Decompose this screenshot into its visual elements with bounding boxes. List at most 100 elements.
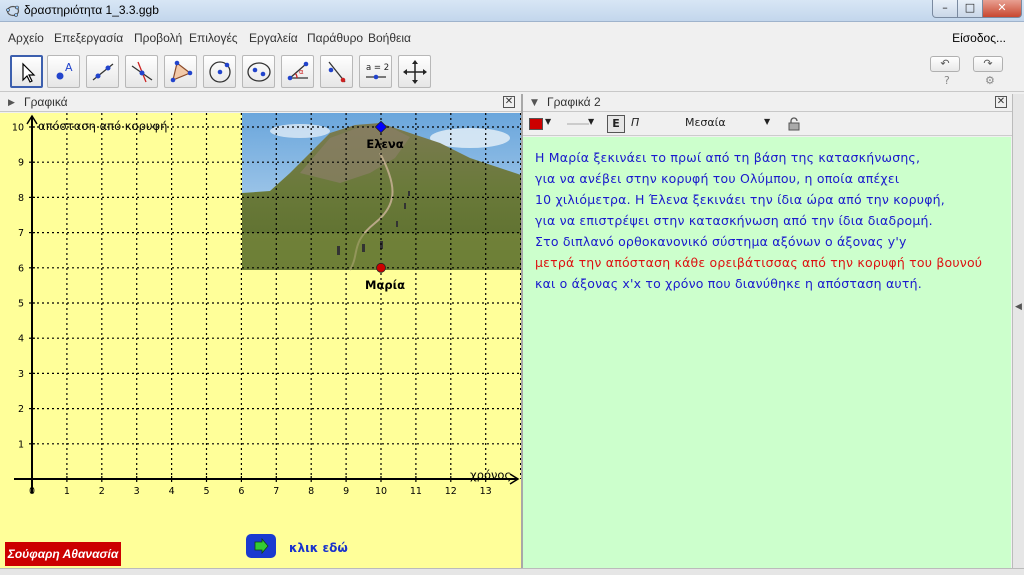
italic-button[interactable]: Π <box>631 116 639 129</box>
dropdown-arrow-icon[interactable]: ▼ <box>545 117 551 126</box>
graphics-panel-close-button[interactable]: ✕ <box>503 96 515 108</box>
dropdown-arrow-icon[interactable]: ▼ <box>764 117 770 126</box>
circle-icon <box>209 61 231 83</box>
geogebra-logo-icon <box>6 5 20 17</box>
x-axis-label: χρόνος <box>470 468 511 482</box>
text-line: μετρά την απόσταση κάθε ορειβάτισσας από… <box>535 255 983 270</box>
undo-button[interactable]: ↶ <box>930 56 960 72</box>
polygon-icon <box>170 60 193 83</box>
status-strip <box>0 568 1024 575</box>
perpendicular-tool-button[interactable] <box>125 55 158 88</box>
graphics2-view[interactable]: Η Μαρία ξεκινάει το πρωί από τη βάση της… <box>523 137 1011 568</box>
x-tick-label: 0 <box>29 486 35 497</box>
graphics2-panel-header: ▼ Γραφικά 2 ✕ <box>523 94 1012 112</box>
coordinate-plane[interactable]: 0 1 2 3 4 5 6 7 8 9 10 11 12 13 12345678910 απόσταση … <box>0 113 521 568</box>
x-tick-label: 7 <box>273 486 279 497</box>
text-color-button[interactable] <box>529 118 543 130</box>
x-tick-label: 4 <box>169 486 175 497</box>
x-tick-label: 10 <box>375 486 387 497</box>
x-tick-label: 5 <box>203 486 209 497</box>
y-tick-label: 4 <box>18 334 24 345</box>
text-line: για να ανέβει στην κορυφή του Ολύμπου, η… <box>535 171 900 186</box>
move-graphics-tool-button[interactable] <box>398 55 431 88</box>
angle-icon: α <box>287 61 309 81</box>
line-style-button[interactable] <box>567 123 589 125</box>
slider-icon: a = 2 <box>366 63 389 80</box>
graphics-view[interactable]: 0 1 2 3 4 5 6 7 8 9 10 11 12 13 1 2 3 4 5 6 7 8 9 10 απόσταση … <box>0 113 521 568</box>
text-line: 10 χιλιόμετρα. Η Έλενα ξεκινάει την ίδια… <box>535 192 945 207</box>
author-signature: Σούφαρη Αθανασία <box>5 542 121 566</box>
collapse-triangle-icon[interactable]: ▼ <box>531 98 538 108</box>
gear-icon[interactable]: ⚙ <box>985 74 995 87</box>
collapse-triangle-icon[interactable]: ▶ <box>8 98 15 108</box>
geogebra-window: δραστηριότητα 1_3.3.ggb – □ ✕ Αρχείο Επε… <box>0 0 1024 575</box>
y-axis-label: απόσταση από κορυφή <box>38 119 167 133</box>
svg-text:α: α <box>299 68 304 76</box>
slider-tool-button[interactable]: a = 2 <box>359 55 392 88</box>
point-marker[interactable] <box>376 262 386 273</box>
graphics-panel-title: Γραφικά <box>24 95 68 109</box>
toolbar: A α a = 2 ↶ ↷ ? ⚙ <box>0 52 1024 92</box>
line-icon <box>92 63 114 81</box>
menu-edit[interactable]: Επεξεργασία <box>54 31 123 45</box>
y-tick-label: 3 <box>18 369 24 380</box>
ellipse-icon <box>247 62 271 82</box>
menu-file[interactable]: Αρχείο <box>8 31 44 45</box>
move-tool-button[interactable] <box>10 55 43 88</box>
text-line: για να επιστρέψει στην κατασκήνωση από τ… <box>535 213 933 228</box>
text-style-bar: ▼ ▼ Ε Π Μεσαία ▼ <box>523 113 1013 136</box>
minimize-button[interactable]: – <box>932 0 958 18</box>
y-tick-label: 8 <box>18 193 24 204</box>
text-line: και ο άξονας x'x το χρόνο που διανύθηκε … <box>535 276 922 291</box>
close-button[interactable]: ✕ <box>982 0 1022 18</box>
move-arrows-icon <box>403 60 427 84</box>
graphics-panel-header: ▶ Γραφικά ✕ <box>0 94 521 112</box>
x-tick-label: 9 <box>343 486 349 497</box>
chevron-left-icon: ◀ <box>1015 302 1022 312</box>
menu-tools[interactable]: Εργαλεία <box>249 31 298 45</box>
reflect-tool-button[interactable] <box>320 55 353 88</box>
maximize-button[interactable]: □ <box>957 0 983 18</box>
conic-tool-button[interactable] <box>242 55 275 88</box>
click-here-label[interactable]: κλικ εδώ <box>289 541 348 555</box>
font-size-select[interactable]: Μεσαία <box>685 116 726 129</box>
menu-options[interactable]: Επιλογές <box>189 31 238 45</box>
point-icon: A <box>56 61 73 80</box>
text-line: Στο διπλανό ορθοκανονικό σύστημα αξόνων … <box>535 234 907 249</box>
polygon-tool-button[interactable] <box>164 55 197 88</box>
circle-tool-button[interactable] <box>203 55 236 88</box>
x-tick-label: 3 <box>134 486 140 497</box>
arrow-right-icon <box>254 537 269 555</box>
graphics2-panel-close-button[interactable]: ✕ <box>995 96 1007 108</box>
menu-help[interactable]: Βοήθεια <box>368 31 411 45</box>
angle-tool-button[interactable]: α <box>281 55 314 88</box>
y-tick-label: 7 <box>18 228 24 239</box>
next-button[interactable] <box>246 534 276 558</box>
dropdown-arrow-icon[interactable]: ▼ <box>588 117 594 126</box>
redo-button[interactable]: ↷ <box>973 56 1003 72</box>
sidebar-toggle[interactable]: ◀ <box>1012 94 1024 568</box>
graphics2-panel-title: Γραφικά 2 <box>547 95 601 109</box>
x-tick-label: 11 <box>410 486 422 497</box>
menu-window[interactable]: Παράθυρο <box>307 31 363 45</box>
login-link[interactable]: Είσοδος... <box>952 31 1006 45</box>
panel-divider[interactable] <box>521 94 523 568</box>
window-title: δραστηριότητα 1_3.3.ggb <box>24 3 159 17</box>
line-tool-button[interactable] <box>86 55 119 88</box>
svg-text:a = 2: a = 2 <box>366 63 389 73</box>
y-tick-label: 10 <box>12 123 24 134</box>
y-tick-label: 2 <box>18 404 24 415</box>
x-tick-label: 6 <box>238 486 244 497</box>
point-tool-button[interactable]: A <box>47 55 80 88</box>
title-bar: δραστηριότητα 1_3.3.ggb – □ ✕ <box>0 0 1024 22</box>
menu-view[interactable]: Προβολή <box>134 31 182 45</box>
perpendicular-line-icon <box>131 61 153 83</box>
bold-button[interactable]: Ε <box>607 115 625 133</box>
cursor-arrow-icon <box>22 62 36 83</box>
y-tick-label: 9 <box>18 158 24 169</box>
svg-text:A: A <box>65 61 73 74</box>
menu-bar: Αρχείο Επεξεργασία Προβολή Επιλογές Εργα… <box>0 28 1024 50</box>
help-icon[interactable]: ? <box>944 74 950 87</box>
unlock-icon[interactable] <box>788 117 800 131</box>
x-tick-label: 1 <box>64 486 70 497</box>
